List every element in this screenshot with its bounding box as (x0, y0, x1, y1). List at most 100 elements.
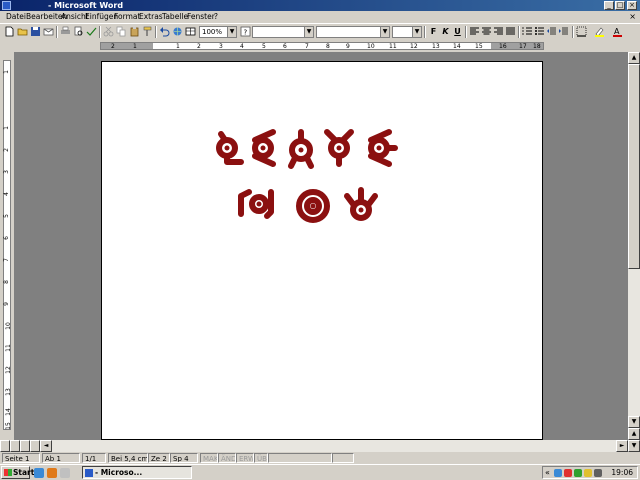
minimize-button[interactable]: _ (604, 1, 614, 10)
glyph-e2-pupil (376, 145, 382, 151)
underline-button[interactable]: U (452, 26, 463, 37)
align-right-icon[interactable] (493, 26, 504, 37)
font-size-combo[interactable]: ▼ (392, 26, 422, 38)
menu-help[interactable]: ? (214, 11, 218, 23)
chevron-down-icon[interactable]: ▼ (227, 27, 236, 37)
ruler-tick: 7 (2, 258, 10, 262)
scroll-down-button[interactable]: ▼ (628, 416, 640, 428)
status-erw[interactable]: ERW (236, 453, 254, 463)
outline-view-button[interactable] (30, 440, 40, 452)
network-icon[interactable] (554, 469, 562, 477)
toolbar-separator (56, 26, 58, 38)
ruler-tick: 2 (2, 148, 10, 152)
word-app-icon[interactable] (2, 1, 11, 10)
horizontal-scrollbar[interactable]: ◄ ► (0, 440, 628, 452)
scroll-up-button[interactable]: ▲ (628, 52, 640, 64)
menu-format[interactable]: Format (114, 11, 140, 23)
start-button[interactable]: Start (1, 466, 34, 479)
new-document-icon[interactable] (4, 26, 15, 37)
toolbar-separator (99, 26, 101, 38)
status-bar: Seite 1 Ab 1 1/1 Bei 5,4 cm Ze 2 Sp 4 MA… (0, 452, 640, 464)
undo-icon[interactable] (159, 26, 170, 37)
toolbar-separator (155, 26, 157, 38)
font-combo[interactable]: ▼ (316, 26, 390, 38)
chevron-down-icon[interactable]: ▼ (304, 27, 313, 37)
copy-icon[interactable] (116, 26, 127, 37)
justify-icon[interactable] (505, 26, 516, 37)
document-page[interactable] (101, 61, 543, 440)
security-icon[interactable] (574, 469, 582, 477)
web-view-button[interactable] (10, 440, 20, 452)
vertical-scrollbar[interactable]: ▲ ▼ ▲ ▼ (628, 52, 640, 452)
open-folder-icon[interactable] (17, 26, 28, 37)
status-spell[interactable] (332, 453, 354, 463)
hyperlink-icon[interactable] (172, 26, 183, 37)
ruler-tick: 14 (453, 43, 461, 50)
document-close-button[interactable]: × (629, 13, 636, 21)
ruler-tick: 18 (533, 43, 541, 50)
ruler-tick: 14 (4, 408, 12, 416)
vertical-ruler[interactable]: 1 1 2 3 4 5 6 7 8 9 10 11 12 13 14 15 (0, 52, 14, 440)
save-icon[interactable] (30, 26, 41, 37)
firefox-icon[interactable] (47, 468, 57, 478)
help-icon[interactable]: ? (240, 26, 251, 37)
table-icon[interactable] (185, 26, 196, 37)
volume-icon[interactable] (594, 469, 602, 477)
close-button[interactable]: × (627, 1, 637, 10)
format-painter-icon[interactable] (142, 26, 153, 37)
menu-fenster[interactable]: Fenster (187, 11, 215, 23)
ruler-tick: 8 (2, 280, 10, 284)
maximize-button[interactable]: □ (615, 1, 625, 10)
print-icon[interactable] (60, 26, 71, 37)
bullet-list-icon[interactable] (534, 26, 545, 37)
toolbar-separator (465, 26, 467, 38)
bold-button[interactable]: F (428, 26, 439, 37)
ruler-tick: 8 (326, 43, 330, 50)
media-player-icon[interactable] (60, 468, 70, 478)
decrease-indent-icon[interactable] (546, 26, 557, 37)
ie-icon[interactable] (34, 468, 44, 478)
status-and[interactable]: ÄND (218, 453, 236, 463)
tray-expand-icon[interactable]: « (545, 467, 550, 478)
zoom-combo[interactable]: 100% ▼ (199, 26, 237, 38)
mail-icon[interactable] (43, 26, 54, 37)
italic-button[interactable]: K (440, 26, 451, 37)
horizontal-ruler[interactable]: 2 1 1 2 3 4 5 6 7 8 9 10 11 12 13 14 15 … (0, 40, 640, 52)
toolbar-separator (518, 26, 520, 38)
numbered-list-icon[interactable] (522, 26, 533, 37)
scroll-right-button[interactable]: ► (616, 440, 628, 452)
status-ub[interactable]: ÜB (254, 453, 268, 463)
spellcheck-icon[interactable] (86, 26, 97, 37)
increase-indent-icon[interactable] (558, 26, 569, 37)
scroll-left-button[interactable]: ◄ (40, 440, 52, 452)
menu-datei[interactable]: Datei (6, 11, 26, 23)
next-page-button[interactable]: ▼ (628, 440, 640, 452)
status-pages: 1/1 (82, 453, 106, 463)
font-color-icon[interactable]: A (612, 26, 623, 37)
style-combo[interactable]: ▼ (252, 26, 314, 38)
print-layout-button[interactable] (20, 440, 30, 452)
highlight-icon[interactable] (594, 26, 605, 37)
print-preview-icon[interactable] (73, 26, 84, 37)
vertical-scroll-thumb[interactable] (628, 64, 640, 269)
ruler-tick: 6 (283, 43, 287, 50)
update-icon[interactable] (584, 469, 592, 477)
menu-extras[interactable]: Extras (139, 11, 163, 23)
normal-view-button[interactable] (0, 440, 10, 452)
ruler-tick: 12 (4, 366, 12, 374)
title-bar: - Microsoft Word _ □ × (0, 0, 640, 11)
chevron-down-icon[interactable]: ▼ (412, 27, 421, 37)
chevron-down-icon[interactable]: ▼ (380, 27, 389, 37)
status-mak[interactable]: MAK (200, 453, 218, 463)
taskbar-word-button[interactable]: - Microso... (82, 466, 192, 479)
paste-icon[interactable] (129, 26, 140, 37)
antivirus-icon[interactable] (564, 469, 572, 477)
menu-tabelle[interactable]: Tabelle (162, 11, 188, 23)
border-icon[interactable] (576, 26, 587, 37)
previous-page-button[interactable]: ▲ (628, 428, 640, 440)
align-left-icon[interactable] (469, 26, 480, 37)
start-label: Start (13, 468, 35, 477)
ruler-margin-left (101, 43, 153, 49)
cut-icon[interactable] (103, 26, 114, 37)
align-center-icon[interactable] (481, 26, 492, 37)
